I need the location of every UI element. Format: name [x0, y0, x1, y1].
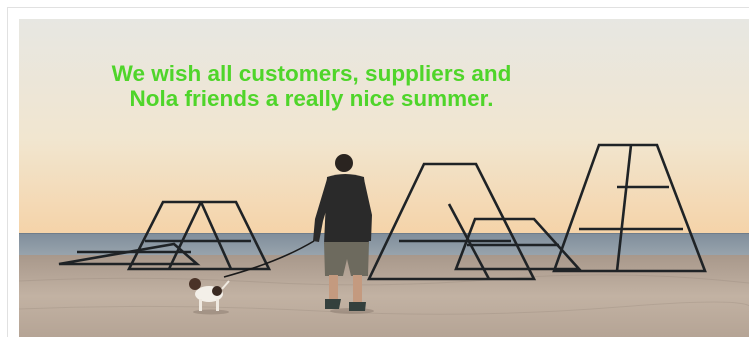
sky — [19, 19, 749, 235]
greeting-line-1: We wish all customers, suppliers and — [111, 61, 512, 86]
greeting-line-2: Nola friends a really nice summer. — [129, 86, 494, 111]
summer-greeting-banner: We wish all customers, suppliers and Nol… — [19, 19, 749, 337]
summer-greeting: We wish all customers, suppliers and Nol… — [19, 61, 604, 111]
